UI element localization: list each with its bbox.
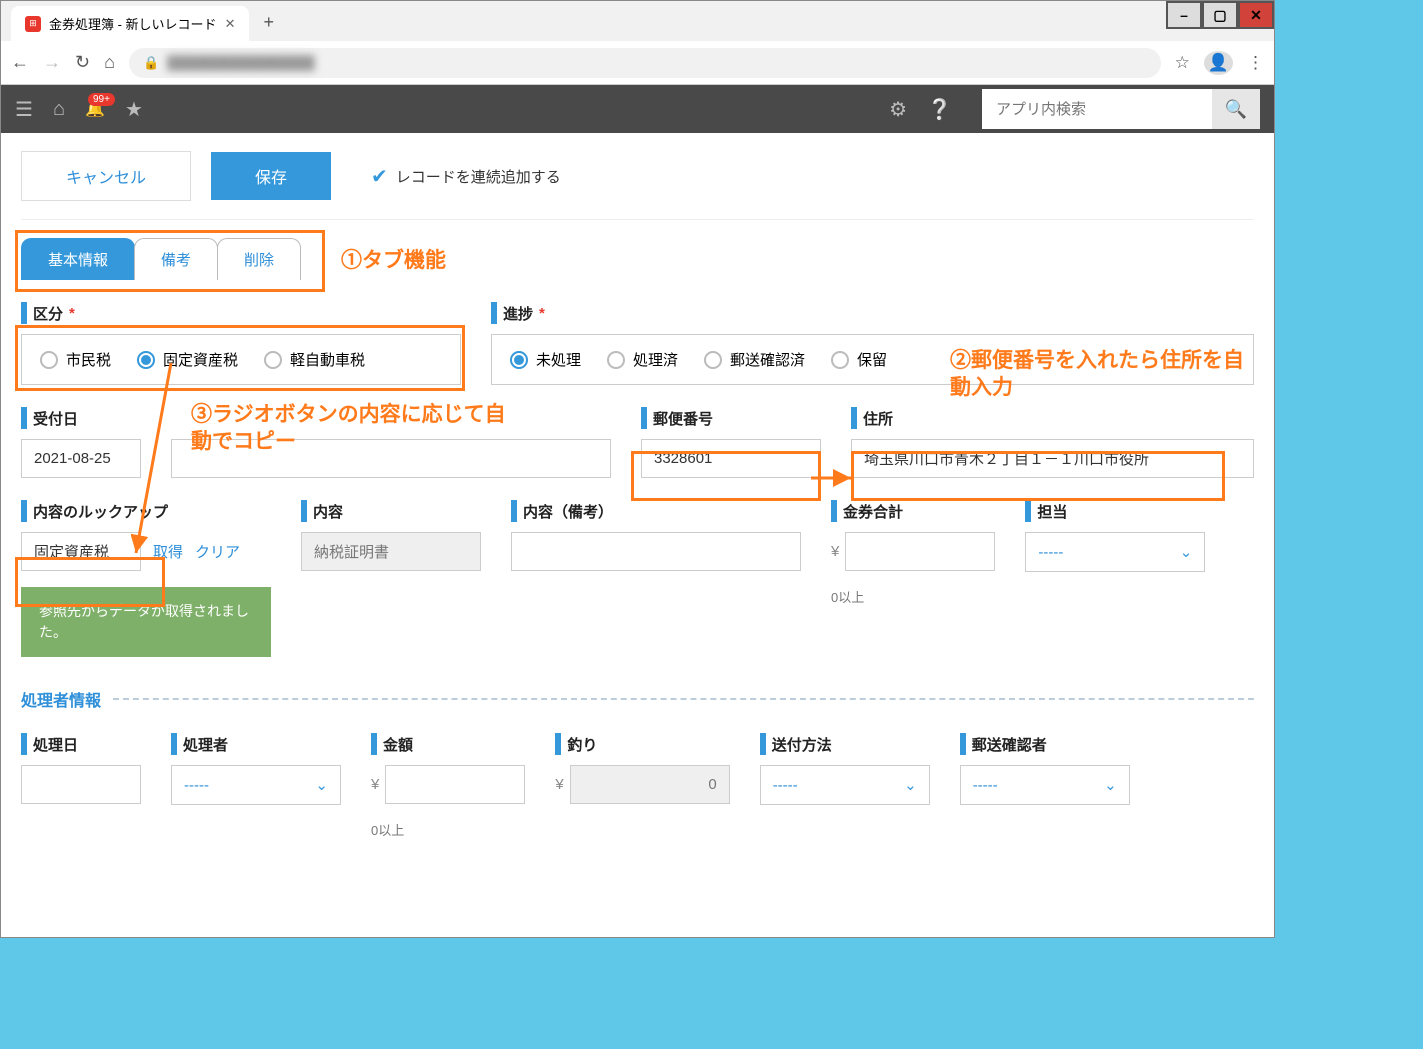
hamburger-icon[interactable]: ☰ <box>15 97 33 122</box>
save-button[interactable]: 保存 <box>211 152 331 200</box>
soufu-select[interactable]: -----⌄ <box>760 765 930 805</box>
label-naiyo-biko: 内容（備考） <box>523 501 613 522</box>
tab-basic-info[interactable]: 基本情報 <box>21 238 135 280</box>
gear-icon[interactable]: ⚙ <box>889 97 907 122</box>
minimize-button[interactable]: – <box>1166 1 1202 29</box>
label-shorisha: 処理者 <box>183 734 228 755</box>
app-topbar: ☰ ⌂ 🔔 99+ ★ ⚙ ❔ 🔍 <box>1 85 1274 133</box>
browser-tabbar: ⊞ 金券処理簿 - 新しいレコード ✕ + <box>1 1 1274 41</box>
label-shoribi: 処理日 <box>33 734 78 755</box>
kinken-goukei-input[interactable] <box>845 532 995 571</box>
notification-bell[interactable]: 🔔 99+ <box>85 99 105 119</box>
search-button[interactable]: 🔍 <box>1212 89 1260 129</box>
back-icon[interactable]: ← <box>11 52 29 73</box>
label-tsuri: 釣り <box>567 734 597 755</box>
continuous-add-checkbox[interactable]: ✔ レコードを連続追加する <box>371 164 561 189</box>
label-yubin: 郵便番号 <box>653 408 713 429</box>
window-controls: – ▢ ✕ <box>1166 1 1274 29</box>
lookup-toast: 参照先からデータが取得されました。 <box>21 587 271 657</box>
search-icon: 🔍 <box>1225 99 1247 120</box>
label-kinken-goukei: 金券合計 <box>843 501 903 522</box>
new-tab-button[interactable]: + <box>251 4 286 41</box>
label-yusou-kakunin: 郵送確認者 <box>972 734 1047 755</box>
chevron-down-icon: ⌄ <box>1180 543 1193 561</box>
tantou-select[interactable]: ----- ⌄ <box>1025 532 1205 572</box>
hint-zero-ijo: 0以上 <box>831 587 995 606</box>
radio-shiminzei[interactable]: 市民税 <box>40 349 111 370</box>
naiyo-input <box>301 532 481 571</box>
kebab-icon[interactable]: ⋮ <box>1247 53 1264 73</box>
label-jusho: 住所 <box>863 408 893 429</box>
chevron-down-icon: ⌄ <box>904 776 917 794</box>
label-tantou: 担当 <box>1037 501 1067 522</box>
page-content: キャンセル 保存 ✔ レコードを連続追加する 基本情報 備考 削除 ①タブ機能 … <box>1 133 1274 907</box>
section-processor-info: 処理者情報 <box>21 687 1254 711</box>
search-input[interactable] <box>982 89 1212 129</box>
star-icon[interactable]: ☆ <box>1175 53 1190 73</box>
radio-keijidoushazei[interactable]: 軽自動車税 <box>264 349 365 370</box>
yen-icon: ¥ <box>555 776 563 793</box>
app-search: 🔍 <box>982 89 1260 129</box>
chevron-down-icon: ⌄ <box>315 776 328 794</box>
close-tab-icon[interactable]: ✕ <box>225 16 236 32</box>
label-naiyo: 内容 <box>313 501 343 522</box>
label-lookup: 内容のルックアップ <box>33 501 168 522</box>
radio-koteishisanzei[interactable]: 固定資産税 <box>137 349 238 370</box>
notification-badge: 99+ <box>88 93 115 106</box>
radio-horyuu[interactable]: 保留 <box>831 349 887 370</box>
favorite-icon[interactable]: ★ <box>125 97 143 122</box>
yusou-kakunin-select[interactable]: -----⌄ <box>960 765 1130 805</box>
shorisha-select[interactable]: -----⌄ <box>171 765 341 805</box>
lookup-get-link[interactable]: 取得 <box>153 541 183 562</box>
address-bar[interactable]: 🔒 ████████████████ <box>129 48 1161 78</box>
tab-delete[interactable]: 削除 <box>217 238 301 280</box>
lookup-clear-link[interactable]: クリア <box>195 541 240 562</box>
label-kubun: 区分 <box>33 303 63 324</box>
cancel-button[interactable]: キャンセル <box>21 151 191 201</box>
kingaku-input[interactable] <box>385 765 525 804</box>
radio-shorizumi[interactable]: 処理済 <box>607 349 678 370</box>
yen-icon: ¥ <box>831 543 839 560</box>
maximize-button[interactable]: ▢ <box>1202 1 1238 29</box>
naiyo-biko-input[interactable] <box>511 532 801 571</box>
kubun-radio-group: 市民税 固定資産税 軽自動車税 <box>21 334 461 385</box>
tab-title: 金券処理簿 - 新しいレコード <box>49 14 217 33</box>
label-uketsukebi: 受付日 <box>33 408 78 429</box>
yubin-input[interactable] <box>641 439 821 478</box>
tsuri-input <box>570 765 730 804</box>
forward-icon[interactable]: → <box>43 52 61 73</box>
lookup-input[interactable] <box>21 532 141 571</box>
record-tabs: 基本情報 備考 削除 <box>21 238 1254 280</box>
avatar-icon[interactable]: 👤 <box>1204 51 1233 75</box>
tab-notes[interactable]: 備考 <box>134 238 218 280</box>
shoribi-input[interactable] <box>21 765 141 804</box>
browser-window: – ▢ ✕ ⊞ 金券処理簿 - 新しいレコード ✕ + ← → ↻ ⌂ 🔒 ██… <box>0 0 1275 938</box>
continuous-add-label: レコードを連続追加する <box>396 166 561 187</box>
label-shinchoku: 進捗 <box>503 303 533 324</box>
uketsukebi-input[interactable] <box>21 439 141 478</box>
radio-mishori[interactable]: 未処理 <box>510 349 581 370</box>
reload-icon[interactable]: ↻ <box>75 52 90 73</box>
hint-zero-ijo-2: 0以上 <box>371 820 525 839</box>
action-row: キャンセル 保存 ✔ レコードを連続追加する <box>21 151 1254 201</box>
home-icon[interactable]: ⌂ <box>104 52 115 73</box>
yen-icon: ¥ <box>371 776 379 793</box>
shinchoku-radio-group: 未処理 処理済 郵送確認済 保留 <box>491 334 1254 385</box>
chevron-down-icon: ⌄ <box>1104 776 1117 794</box>
url-bar: ← → ↻ ⌂ 🔒 ████████████████ ☆ 👤 ⋮ <box>1 41 1274 85</box>
label-kingaku: 金額 <box>383 734 413 755</box>
lock-icon: 🔒 <box>143 55 159 71</box>
url-blurred: ████████████████ <box>167 55 314 70</box>
browser-tab[interactable]: ⊞ 金券処理簿 - 新しいレコード ✕ <box>11 6 249 41</box>
close-window-button[interactable]: ✕ <box>1238 1 1274 29</box>
label-soufu: 送付方法 <box>772 734 832 755</box>
radio-yusoukakuninzumi[interactable]: 郵送確認済 <box>704 349 805 370</box>
help-icon[interactable]: ❔ <box>927 97 952 122</box>
favicon-icon: ⊞ <box>25 16 41 32</box>
check-icon: ✔ <box>371 164 388 189</box>
blank-input[interactable] <box>171 439 611 478</box>
jusho-input[interactable] <box>851 439 1254 478</box>
app-home-icon[interactable]: ⌂ <box>53 98 65 121</box>
